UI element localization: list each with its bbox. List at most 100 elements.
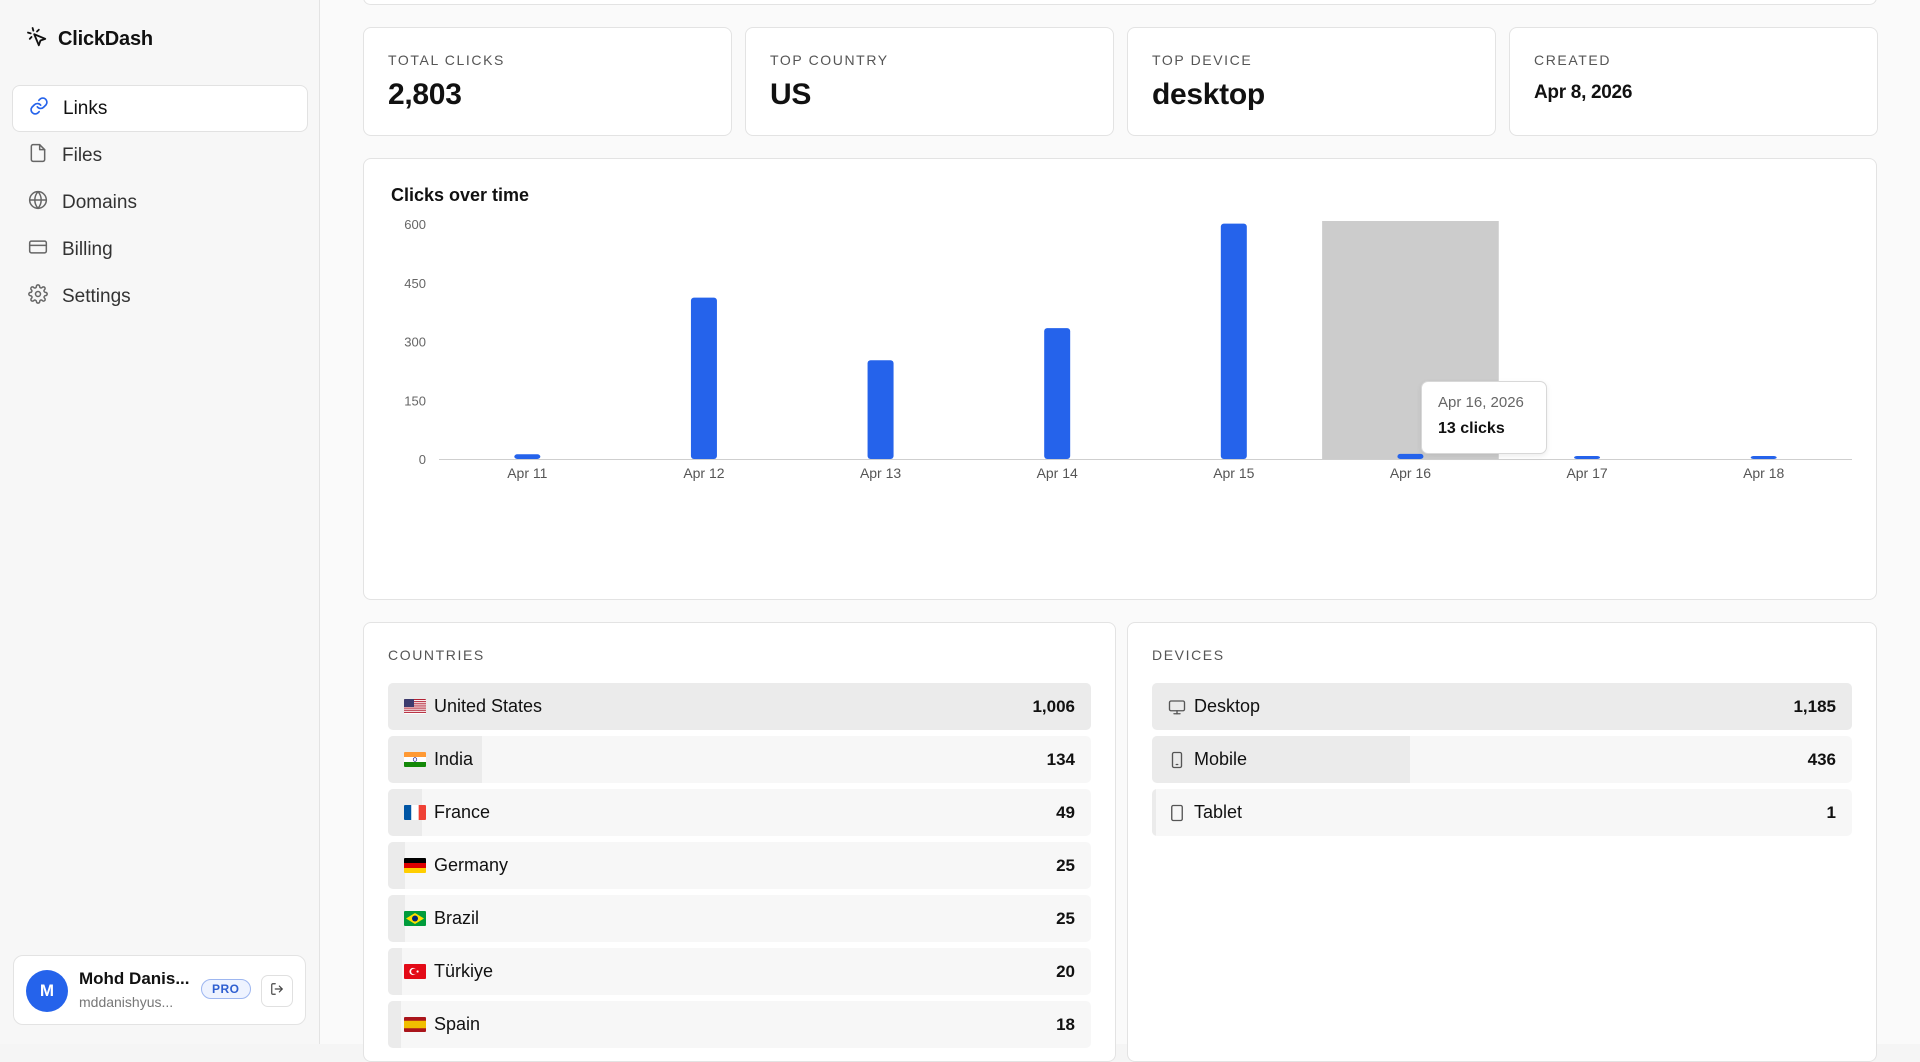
logout-icon (270, 982, 284, 1001)
list-item-label: Brazil (434, 908, 480, 928)
list-item-content: Mobile 436 (1152, 736, 1852, 783)
list-item[interactable]: India 134 (388, 736, 1091, 783)
list-item[interactable]: France 49 (388, 789, 1091, 836)
chart-bar (867, 360, 894, 459)
y-tick-label: 450 (404, 276, 426, 291)
stat-label: TOP COUNTRY (770, 52, 889, 68)
x-tick-label: Apr 16 (1390, 465, 1431, 481)
flag-in-icon (404, 752, 426, 767)
list-item[interactable]: Brazil 25 (388, 895, 1091, 942)
countries-panel: COUNTRIES United States 1,006 India 134 Fran… (363, 622, 1116, 1062)
chart-tooltip: Apr 16, 2026 13 clicks (1421, 381, 1547, 454)
x-tick-label: Apr 15 (1213, 465, 1254, 481)
list-item[interactable]: Desktop 1,185 (1152, 683, 1852, 730)
file-icon (28, 143, 48, 169)
x-tick-label: Apr 17 (1566, 465, 1607, 481)
flag-us-icon (404, 699, 426, 714)
devices-panel: DEVICES Desktop 1,185 Mobile 436 Tablet 1 (1127, 622, 1877, 1062)
sidebar-item-domains[interactable]: Domains (12, 179, 308, 226)
list-item-value: 25 (1056, 908, 1075, 928)
list-item-value: 1 (1826, 802, 1836, 822)
tooltip-date: Apr 16, 2026 (1438, 394, 1524, 411)
clicks-bar-chart[interactable]: 0 150 300 450 600 Apr 11 Apr 12 Apr 13 Apr 14 Apr… (364, 159, 1878, 601)
panel-title: COUNTRIES (388, 647, 485, 663)
list-item-content: France 49 (388, 789, 1091, 836)
list-item[interactable]: United States 1,006 (388, 683, 1091, 730)
stat-label: TOTAL CLICKS (388, 52, 505, 68)
chart-bar (690, 297, 717, 459)
x-tick-label: Apr 18 (1743, 465, 1784, 481)
sidebar-item-label: Links (63, 97, 108, 119)
sidebar-item-files[interactable]: Files (12, 132, 308, 179)
sidebar-item-label: Domains (62, 191, 137, 213)
list-item[interactable]: Mobile 436 (1152, 736, 1852, 783)
list-item-label: India (434, 749, 474, 769)
list-item-value: 20 (1056, 961, 1075, 981)
plan-badge: PRO (201, 979, 251, 999)
avatar: M (26, 970, 68, 1012)
user-email: mddanishyus... (79, 994, 174, 1010)
list-item[interactable]: Türkiye 20 (388, 948, 1091, 995)
list-item-value: 25 (1056, 855, 1075, 875)
list-item-value: 1,006 (1032, 696, 1075, 716)
sidebar-item-label: Settings (62, 285, 131, 307)
list-item-label: Türkiye (434, 961, 494, 981)
x-tick-label: Apr 11 (507, 465, 547, 481)
stat-card-top-device: TOP DEVICE desktop (1127, 27, 1496, 136)
list-item-content: India 134 (388, 736, 1091, 783)
tooltip-value: 13 clicks (1438, 420, 1505, 437)
logout-button[interactable] (261, 975, 293, 1007)
stat-value: US (770, 78, 812, 111)
phone-icon (1168, 751, 1186, 769)
flag-fr-icon (404, 805, 426, 820)
sidebar-item-label: Files (62, 144, 103, 166)
monitor-icon (1168, 698, 1186, 716)
x-tick-label: Apr 13 (860, 465, 901, 481)
sidebar-item-links[interactable]: Links (12, 85, 308, 132)
x-tick-label: Apr 12 (683, 465, 724, 481)
list-item-content: Spain 18 (388, 1001, 1091, 1048)
list-item[interactable]: Germany 25 (388, 842, 1091, 889)
list-item[interactable]: Spain 18 (388, 1001, 1091, 1048)
chart-bar (514, 454, 541, 459)
y-tick-label: 150 (404, 393, 426, 408)
main-content: TOTAL CLICKS 2,803 TOP COUNTRY US TOP DE… (320, 0, 1920, 1062)
list-item-content: Brazil 25 (388, 895, 1091, 942)
stat-card-created: CREATED Apr 8, 2026 (1509, 27, 1878, 136)
user-name: Mohd Danis... (79, 969, 190, 988)
user-card[interactable]: M Mohd Danis... mddanishyus... PRO (13, 955, 306, 1025)
x-tick-label: Apr 14 (1037, 465, 1078, 481)
gear-icon (28, 283, 48, 310)
sidebar-item-settings[interactable]: Settings (12, 273, 308, 320)
sidebar-item-billing[interactable]: Billing (12, 226, 308, 273)
sidebar-item-label: Billing (62, 238, 113, 260)
list-item-label: France (434, 802, 491, 822)
stat-value: 2,803 (388, 78, 462, 111)
flag-es-icon (404, 1017, 426, 1032)
devices-list: Desktop 1,185 Mobile 436 Tablet 1 (1152, 683, 1852, 842)
brand-name: ClickDash (58, 28, 153, 50)
chart-bar (1397, 453, 1424, 459)
cursor-click-icon (26, 26, 48, 53)
flag-tr-icon (404, 964, 426, 979)
list-item-content: Tablet 1 (1152, 789, 1852, 836)
y-tick-label: 600 (404, 217, 426, 232)
list-item-content: Türkiye 20 (388, 948, 1091, 995)
brand[interactable]: ClickDash (26, 26, 153, 53)
list-item-label: Germany (434, 855, 509, 875)
globe-icon (28, 190, 48, 216)
chart-bar (1574, 456, 1601, 459)
list-item-label: Spain (434, 1014, 481, 1034)
chart-bar (1750, 456, 1777, 459)
stat-value: Apr 8, 2026 (1534, 82, 1633, 103)
stat-value: desktop (1152, 78, 1265, 111)
list-item-value: 1,185 (1793, 696, 1836, 716)
list-item-value: 436 (1807, 749, 1836, 769)
stat-label: CREATED (1534, 52, 1612, 68)
countries-list: United States 1,006 India 134 France 49 German… (388, 683, 1091, 1054)
panel-title: DEVICES (1152, 647, 1225, 663)
clicks-chart-card: Clicks over time 0 150 300 450 600 Apr 11 Apr … (363, 158, 1877, 600)
stat-card-top-country: TOP COUNTRY US (745, 27, 1114, 136)
list-item-content: Germany 25 (388, 842, 1091, 889)
list-item[interactable]: Tablet 1 (1152, 789, 1852, 836)
